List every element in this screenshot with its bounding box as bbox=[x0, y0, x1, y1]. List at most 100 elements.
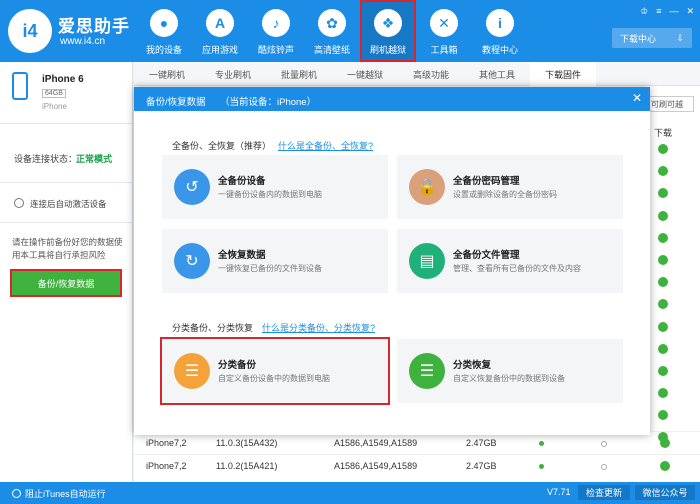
nav-tutorials[interactable]: i 教程中心 bbox=[472, 0, 528, 62]
backup-password-card[interactable]: 🔒 全备份密码管理 设置或删除设备的全备份密码 bbox=[397, 155, 623, 219]
nav-label: 工具箱 bbox=[430, 45, 458, 55]
download-icon[interactable] bbox=[658, 166, 668, 177]
dialog-title: 备份/恢复数据 bbox=[146, 97, 206, 108]
download-icon[interactable] bbox=[658, 210, 668, 221]
download-icon[interactable] bbox=[658, 365, 668, 376]
window-controls: ♔ ≡ — ✕ bbox=[640, 6, 694, 17]
risk-warning: 请在操作前备份好您的数据使用本工具将自行承担风险 bbox=[12, 237, 123, 260]
download-icon[interactable] bbox=[658, 388, 668, 399]
device-capacity: 64GB bbox=[42, 89, 66, 98]
nav-ringtones[interactable]: ♪ 酷炫铃声 bbox=[248, 0, 304, 62]
check-update-button[interactable]: 检查更新 bbox=[578, 485, 630, 500]
section-category-help-link[interactable]: 什么是分类备份、分类恢复? bbox=[262, 321, 375, 334]
download-icon[interactable] bbox=[658, 277, 668, 288]
folder-icon: ▤ bbox=[409, 243, 445, 279]
backup-restore-dialog: 备份/恢复数据 （当前设备：iPhone） ✕ 全备份、全恢复（推荐） 什么是全… bbox=[134, 87, 650, 435]
nav-my-device[interactable]: ● 我的设备 bbox=[136, 0, 192, 62]
tab-one-click-flash[interactable]: 一键刷机 bbox=[134, 62, 200, 86]
full-restore-card[interactable]: ↻ 全恢复数据 一键恢复已备份的文件到设备 bbox=[162, 229, 388, 293]
dialog-device: （当前设备：iPhone） bbox=[220, 97, 317, 108]
download-icon[interactable] bbox=[658, 254, 668, 265]
nav-flash-jailbreak[interactable]: ❖ 刷机越狱 bbox=[360, 0, 416, 62]
nav-apps-games[interactable]: A 应用游戏 bbox=[192, 0, 248, 62]
device-card: iPhone 6 64GB iPhone bbox=[0, 62, 133, 124]
nav-label: 刷机越狱 bbox=[369, 45, 406, 55]
close-icon[interactable]: ✕ bbox=[632, 91, 642, 105]
tab-advanced[interactable]: 高级功能 bbox=[398, 62, 464, 86]
backup-files-card[interactable]: ▤ 全备份文件管理 管理、查看所有已备份的文件及内容 bbox=[397, 229, 623, 293]
restore-icon: ↻ bbox=[174, 243, 210, 279]
category-backup-card[interactable]: ☰ 分类备份 自定义备份设备中的数据到电脑 bbox=[160, 337, 390, 405]
status-bar: 阻止iTunes自动运行 V7.71 检查更新 微信公众号 bbox=[0, 482, 700, 504]
divider bbox=[0, 222, 133, 223]
skin-icon[interactable]: ♔ bbox=[640, 6, 648, 17]
download-icon[interactable] bbox=[658, 299, 668, 310]
device-name: iPhone 6 bbox=[42, 74, 84, 85]
divider bbox=[0, 182, 133, 183]
connection-status-label: 设备连接状态： bbox=[14, 154, 78, 164]
download-icon: ⇩ bbox=[676, 32, 684, 43]
row-size: 2.47GB bbox=[466, 461, 497, 471]
bell-icon: ♪ bbox=[262, 9, 290, 37]
jailbreak-dot bbox=[601, 464, 607, 470]
tab-bar: 一键刷机 专业刷机 批量刷机 一键越狱 高级功能 其他工具 下载固件 bbox=[134, 62, 700, 86]
category-restore-card[interactable]: ☰ 分类恢复 自定义恢复备份中的数据到设备 bbox=[397, 339, 623, 403]
section-category-title: 分类备份、分类恢复 bbox=[172, 323, 254, 333]
tools-icon: ✕ bbox=[430, 9, 458, 37]
table-row[interactable]: iPhone7,2 11.0.2(15A421) A1586,A1549,A15… bbox=[134, 454, 700, 476]
nav-label: 酷炫铃声 bbox=[257, 45, 294, 55]
download-icon[interactable] bbox=[660, 438, 670, 448]
download-icon[interactable] bbox=[658, 188, 668, 199]
nav-label: 高清壁纸 bbox=[313, 45, 350, 55]
download-center-button[interactable]: 下载中心 ⇩ bbox=[612, 28, 692, 48]
logo-text: i4 bbox=[22, 20, 38, 41]
info-icon: i bbox=[486, 9, 514, 37]
jailbreak-dot bbox=[601, 441, 607, 447]
download-icon[interactable] bbox=[658, 410, 668, 421]
download-icon[interactable] bbox=[658, 321, 668, 332]
full-backup-card[interactable]: ↺ 全备份设备 一键备份设备内的数据到电脑 bbox=[162, 155, 388, 219]
card-title: 全备份设备 bbox=[218, 176, 266, 187]
nav-toolbox[interactable]: ✕ 工具箱 bbox=[416, 0, 472, 62]
backup-icon: ↺ bbox=[174, 169, 210, 205]
nav-wallpapers[interactable]: ✿ 高清壁纸 bbox=[304, 0, 360, 62]
i4-logo: i4 bbox=[8, 9, 52, 53]
auto-activate-radio[interactable] bbox=[14, 198, 24, 208]
download-center-label: 下载中心 bbox=[620, 33, 657, 44]
card-desc: 一键恢复已备份的文件到设备 bbox=[218, 264, 322, 273]
device-model: iPhone bbox=[42, 102, 67, 111]
card-desc: 自定义恢复备份中的数据到设备 bbox=[453, 374, 565, 383]
tab-one-click-jailbreak[interactable]: 一键越狱 bbox=[332, 62, 398, 86]
flashable-dot bbox=[539, 464, 544, 469]
nav-label: 应用游戏 bbox=[201, 45, 238, 55]
brand-url: www.i4.cn bbox=[60, 36, 106, 47]
stop-itunes-toggle[interactable]: 阻止iTunes自动运行 bbox=[12, 487, 106, 500]
download-icon[interactable] bbox=[658, 144, 668, 154]
category-backup-icon: ☰ bbox=[174, 353, 210, 389]
row-model: iPhone7,2 bbox=[146, 461, 187, 471]
wechat-button[interactable]: 微信公众号 bbox=[635, 485, 695, 500]
backup-restore-button[interactable]: 备份/恢复数据 bbox=[10, 269, 122, 297]
card-title: 全备份密码管理 bbox=[453, 176, 520, 187]
tab-pro-flash[interactable]: 专业刷机 bbox=[200, 62, 266, 86]
row-types: A1586,A1549,A1589 bbox=[334, 438, 418, 448]
stop-icon bbox=[12, 489, 21, 498]
download-column-header: 下载 bbox=[653, 128, 672, 138]
download-icon[interactable] bbox=[660, 461, 670, 471]
stop-itunes-label: 阻止iTunes自动运行 bbox=[25, 489, 106, 499]
minimize-icon[interactable]: — bbox=[669, 6, 678, 17]
close-icon[interactable]: ✕ bbox=[686, 6, 694, 17]
row-model: iPhone7,2 bbox=[146, 438, 187, 448]
tab-batch-flash[interactable]: 批量刷机 bbox=[266, 62, 332, 86]
download-icon[interactable] bbox=[658, 343, 668, 354]
top-bar: i4 爱思助手 www.i4.cn ● 我的设备 A 应用游戏 ♪ 酷炫铃声 ✿… bbox=[0, 0, 700, 62]
dropbox-icon: ❖ bbox=[374, 9, 402, 37]
tab-other-tools[interactable]: 其他工具 bbox=[464, 62, 530, 86]
download-icon[interactable] bbox=[658, 232, 668, 243]
menu-icon[interactable]: ≡ bbox=[656, 6, 661, 17]
section-full-help-link[interactable]: 什么是全备份、全恢复? bbox=[278, 139, 373, 152]
tab-download-firmware[interactable]: 下载固件 bbox=[530, 62, 596, 86]
app-store-icon: A bbox=[206, 9, 234, 37]
flashable-dot bbox=[539, 441, 544, 446]
phone-icon bbox=[12, 72, 28, 100]
